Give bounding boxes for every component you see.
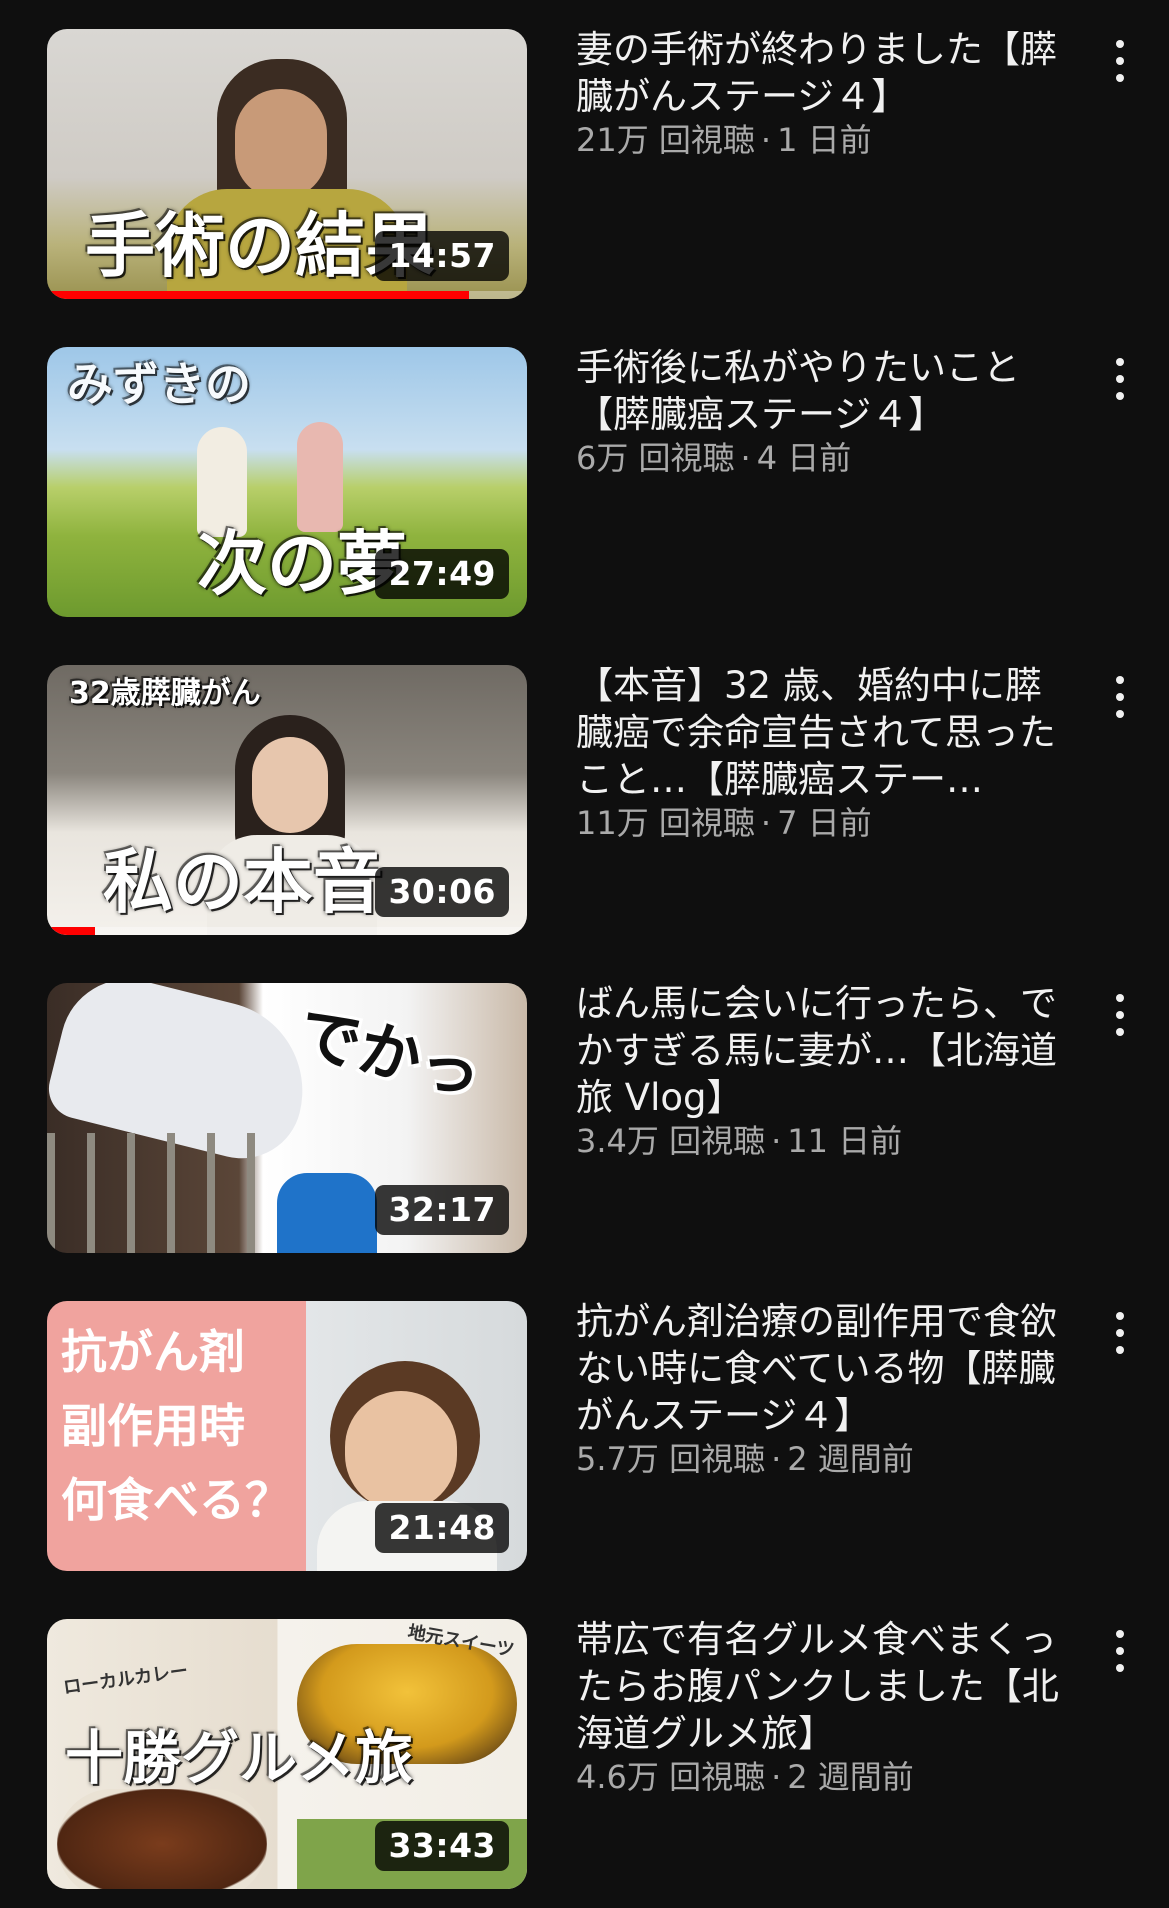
video-duration: 30:06 xyxy=(375,867,509,917)
video-item[interactable]: 手術の結果 14:57 妻の手術が終わりました【膵臓がんステージ４】 21万 回… xyxy=(0,0,1169,318)
video-title[interactable]: 【本音】32 歳、婚約中に膵臓癌で余命宣告されて思ったこと…【膵臓癌ステー… xyxy=(576,662,1076,803)
video-list: 手術の結果 14:57 妻の手術が終わりました【膵臓がんステージ４】 21万 回… xyxy=(0,0,1169,1889)
video-title[interactable]: ばん馬に会いに行ったら、でかすぎる馬に妻が…【北海道旅 Vlog】 xyxy=(576,980,1076,1121)
watch-progress-bar xyxy=(47,927,95,935)
video-item[interactable]: ローカルカレー 地元スイーツ 十勝グルメ旅 33:43 帯広で有名グルメ食べまく… xyxy=(0,1590,1169,1908)
stall-bars xyxy=(47,1133,277,1253)
video-thumbnail[interactable]: 32歳膵臓がん 私の本音 30:06 xyxy=(47,665,527,935)
thumbnail-title-text: 何食べる？ xyxy=(61,1473,291,1527)
video-thumbnail[interactable]: でかっ 32:17 xyxy=(47,983,527,1253)
video-duration: 27:49 xyxy=(375,549,509,599)
upload-age: 7 日前 xyxy=(777,804,872,842)
video-info: 抗がん剤治療の副作用で食欲ない時に食べている物【膵臓がんステージ４】 5.7万 … xyxy=(576,1298,1076,1479)
upload-age: 4 日前 xyxy=(756,439,852,477)
upload-age: 1 日前 xyxy=(777,121,872,159)
video-duration: 33:43 xyxy=(375,1821,509,1871)
video-title[interactable]: 手術後に私がやりたいこと【膵臓癌ステージ４】 xyxy=(576,344,1076,438)
person-face xyxy=(345,1391,457,1511)
meta-separator: · xyxy=(771,1440,782,1478)
video-title[interactable]: 妻の手術が終わりました【膵臓がんステージ４】 xyxy=(576,26,1076,120)
upload-age: 2 週間前 xyxy=(787,1758,914,1796)
video-title[interactable]: 帯広で有名グルメ食べまくったらお腹パンクしました【北海道グルメ旅】 xyxy=(576,1616,1076,1757)
thumbnail-title-text: 32歳膵臓がん xyxy=(69,676,261,711)
watch-progress-bar xyxy=(47,291,470,299)
meta-separator: · xyxy=(740,439,751,477)
video-item[interactable]: 32歳膵臓がん 私の本音 30:06 【本音】32 歳、婚約中に膵臓癌で余命宣告… xyxy=(0,636,1169,954)
person-figure xyxy=(197,427,247,537)
more-options-button[interactable] xyxy=(1100,672,1140,722)
video-meta: 5.7万 回視聴 · 2 週間前 xyxy=(576,1439,1076,1479)
video-item[interactable]: みずきの 次の夢 27:49 手術後に私がやりたいこと【膵臓癌ステージ４】 6万… xyxy=(0,318,1169,636)
video-thumbnail[interactable]: ローカルカレー 地元スイーツ 十勝グルメ旅 33:43 xyxy=(47,1619,527,1889)
video-thumbnail[interactable]: 抗がん剤 副作用時 何食べる？ 21:48 xyxy=(47,1301,527,1571)
video-item[interactable]: でかっ 32:17 ばん馬に会いに行ったら、でかすぎる馬に妻が…【北海道旅 Vl… xyxy=(0,954,1169,1272)
video-meta: 4.6万 回視聴 · 2 週間前 xyxy=(576,1757,1076,1797)
view-count: 6万 回視聴 xyxy=(576,439,735,477)
thumbnail-title-text: 副作用時 xyxy=(61,1399,245,1453)
video-item[interactable]: 抗がん剤 副作用時 何食べる？ 21:48 抗がん剤治療の副作用で食欲ない時に食… xyxy=(0,1272,1169,1590)
curry-plate-image xyxy=(57,1789,267,1889)
meta-separator: · xyxy=(760,121,772,159)
person-face xyxy=(252,737,328,833)
more-options-button[interactable] xyxy=(1100,990,1140,1040)
video-meta: 11万 回視聴 · 7 日前 xyxy=(576,803,1076,843)
video-info: 妻の手術が終わりました【膵臓がんステージ４】 21万 回視聴 · 1 日前 xyxy=(576,26,1076,160)
video-duration: 32:17 xyxy=(375,1185,509,1235)
video-thumbnail[interactable]: みずきの 次の夢 27:49 xyxy=(47,347,527,617)
view-count: 3.4万 回視聴 xyxy=(576,1122,766,1160)
video-info: 手術後に私がやりたいこと【膵臓癌ステージ４】 6万 回視聴 · 4 日前 xyxy=(576,344,1076,478)
more-options-button[interactable] xyxy=(1100,354,1140,404)
video-meta: 21万 回視聴 · 1 日前 xyxy=(576,120,1076,160)
meta-separator: · xyxy=(771,1122,782,1160)
more-options-button[interactable] xyxy=(1100,36,1140,86)
person-figure xyxy=(297,422,343,532)
video-info: 帯広で有名グルメ食べまくったらお腹パンクしました【北海道グルメ旅】 4.6万 回… xyxy=(576,1616,1076,1797)
watch-progress-track xyxy=(47,927,527,935)
person-face xyxy=(235,89,327,199)
upload-age: 11 日前 xyxy=(787,1122,903,1160)
thumbnail-title-text: 抗がん剤 xyxy=(61,1325,245,1379)
video-info: ばん馬に会いに行ったら、でかすぎる馬に妻が…【北海道旅 Vlog】 3.4万 回… xyxy=(576,980,1076,1161)
more-options-button[interactable] xyxy=(1100,1626,1140,1676)
view-count: 4.6万 回視聴 xyxy=(576,1758,766,1796)
video-duration: 21:48 xyxy=(375,1503,509,1553)
more-options-button[interactable] xyxy=(1100,1308,1140,1358)
meta-separator: · xyxy=(771,1758,782,1796)
thumbnail-title-text: 私の本音 xyxy=(103,841,383,923)
view-count: 5.7万 回視聴 xyxy=(576,1440,766,1478)
thumbnail-title-text: 十勝グルメ旅 xyxy=(65,1724,414,1792)
video-meta: 3.4万 回視聴 · 11 日前 xyxy=(576,1121,1076,1161)
thumbnail-title-text: みずきの xyxy=(67,357,251,411)
video-thumbnail[interactable]: 手術の結果 14:57 xyxy=(47,29,527,299)
person-blue-shirt xyxy=(277,1173,377,1253)
upload-age: 2 週間前 xyxy=(787,1440,914,1478)
video-title[interactable]: 抗がん剤治療の副作用で食欲ない時に食べている物【膵臓がんステージ４】 xyxy=(576,1298,1076,1439)
video-info: 【本音】32 歳、婚約中に膵臓癌で余命宣告されて思ったこと…【膵臓癌ステー… 1… xyxy=(576,662,1076,843)
view-count: 11万 回視聴 xyxy=(576,804,755,842)
video-duration: 14:57 xyxy=(375,231,509,281)
view-count: 21万 回視聴 xyxy=(576,121,755,159)
meta-separator: · xyxy=(760,804,772,842)
video-meta: 6万 回視聴 · 4 日前 xyxy=(576,438,1076,478)
